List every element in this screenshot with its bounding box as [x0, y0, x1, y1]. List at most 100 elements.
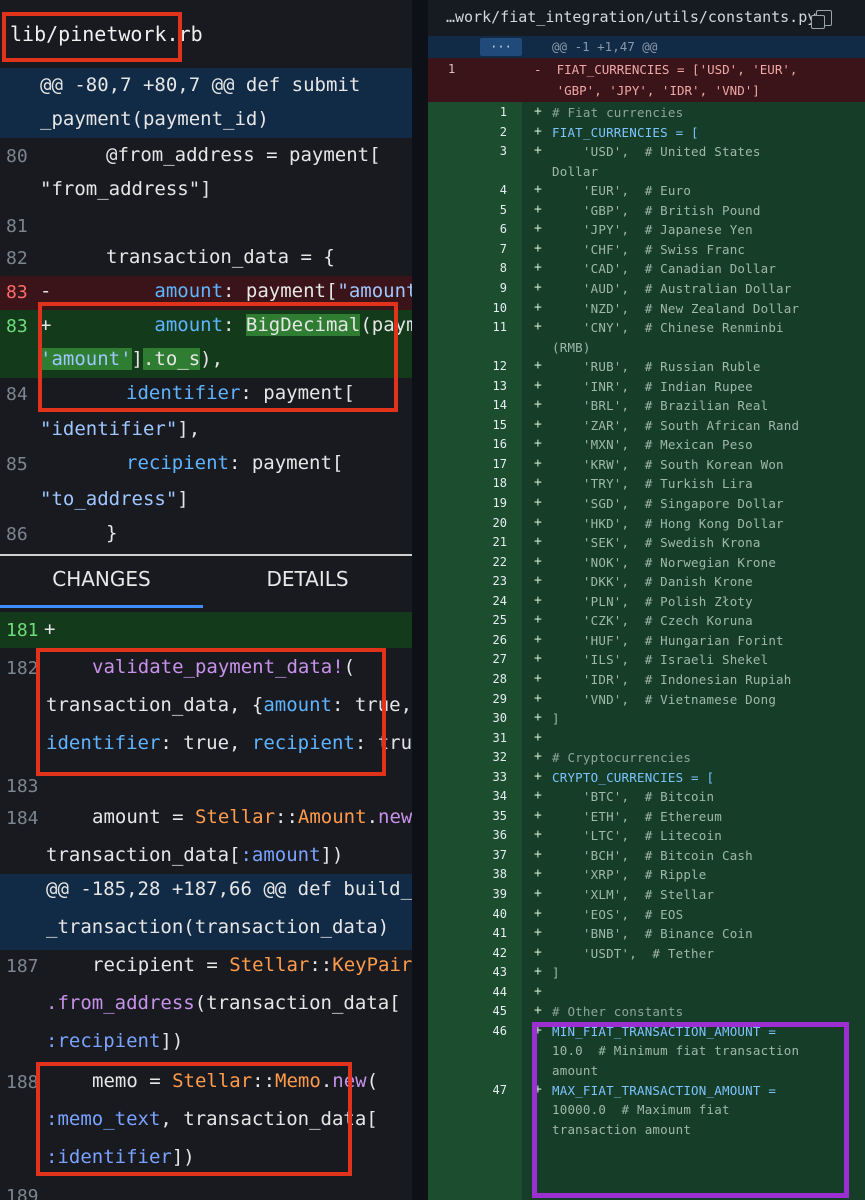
- diff-line: 21 + 'SEK', # Swedish Krona: [428, 534, 865, 554]
- added-marker: +: [534, 651, 542, 667]
- code-text: # Fiat currencies: [552, 105, 684, 120]
- annotation-box-other-constants: [532, 1022, 849, 1198]
- line-number: 13: [492, 378, 507, 393]
- expand-button[interactable]: ···: [480, 38, 522, 56]
- line-number: 17: [492, 456, 507, 471]
- code-text: 'TRY', # Turkish Lira: [552, 476, 753, 492]
- diff-line: 37 + 'BCH', # Bitcoin Cash: [428, 847, 865, 867]
- line-number: 82: [6, 248, 28, 269]
- line-number: 85: [6, 454, 28, 475]
- code-line-181: 181 +: [0, 612, 412, 648]
- code-line-80: 80 @from_address = payment[ "from_addres…: [0, 138, 412, 208]
- added-marker: +: [534, 123, 542, 139]
- line-number: 80: [6, 146, 28, 167]
- code-text: 'USD', # United States: [552, 144, 761, 160]
- added-marker: +: [534, 358, 542, 374]
- code-text: 'USDT', # Tether: [552, 945, 715, 961]
- line-number: 33: [492, 769, 507, 784]
- code-text: 'ILS', # Israeli Shekel: [552, 652, 769, 668]
- diff-line: 34 + 'BTC', # Bitcoin: [428, 788, 865, 808]
- code-text: 'VND', # Vietnamese Dong: [552, 691, 777, 707]
- line-number: 7: [499, 241, 507, 256]
- code-line-86: 86 }: [0, 518, 412, 554]
- tab-details[interactable]: DETAILS: [203, 556, 412, 612]
- copy-icon[interactable]: [811, 10, 832, 29]
- diff-line: 36 + 'LTC', # Litecoin: [428, 827, 865, 847]
- added-marker: +: [534, 983, 542, 999]
- line-number: 24: [492, 593, 507, 608]
- line-number: 189: [6, 1186, 39, 1200]
- added-marker: +: [534, 788, 542, 804]
- code-text: "from_address"]: [40, 178, 212, 200]
- hunk-header-line-2: _payment(payment_id): [40, 108, 269, 130]
- line-number: 182: [6, 658, 39, 679]
- line-number: 187: [6, 956, 39, 977]
- hunk-header-line-1: @@ -80,7 +80,7 @@ def submit: [40, 74, 361, 96]
- code-text: @from_address = payment[: [106, 144, 381, 166]
- code-text: 'IDR', # Indonesian Rupiah: [552, 671, 792, 687]
- diff-line: 45 + # Other constants: [428, 1003, 865, 1023]
- code-text: 'INR', # Indian Rupee: [552, 378, 753, 394]
- diff-line: 29 + 'VND', # Vietnamese Dong: [428, 691, 865, 711]
- diff-line: Dollar: [428, 163, 865, 183]
- line-number: 11: [492, 320, 507, 335]
- line-number: 14: [492, 398, 507, 413]
- code-text: 'BTC', # Bitcoin: [552, 789, 715, 805]
- code-text: .from_address(transaction_data[: [46, 992, 401, 1014]
- line-number: 42: [492, 945, 507, 960]
- diff-line: 23 + 'DKK', # Danish Krone: [428, 573, 865, 593]
- tab-active-indicator: [0, 605, 203, 608]
- added-marker: +: [534, 886, 542, 901]
- line-number: 5: [499, 202, 507, 217]
- file-path[interactable]: …work/fiat_integration/utils/constants.p…: [446, 8, 816, 26]
- code-text: 'BCH', # Bitcoin Cash: [552, 847, 753, 863]
- line-number: 2: [499, 124, 507, 139]
- added-marker: +: [534, 416, 542, 432]
- line-number: 46: [492, 1023, 507, 1038]
- line-number: 12: [492, 359, 507, 374]
- diff-line: 40 + 'EOS', # EOS: [428, 906, 865, 926]
- diff-line: 44 +: [428, 984, 865, 1004]
- diff-line: 12 + 'RUB', # Russian Ruble: [428, 358, 865, 378]
- diff-line: 20 + 'HKD', # Hong Kong Dollar: [428, 515, 865, 535]
- line-number: 1: [448, 62, 456, 76]
- added-marker: +: [534, 612, 542, 628]
- code-text: }: [106, 522, 118, 544]
- line-number: 8: [499, 261, 507, 276]
- diff-line: 26 + 'HUF', # Hungarian Forint: [428, 632, 865, 652]
- code-text: 'XLM', # Stellar: [552, 887, 715, 902]
- line-number: 29: [492, 691, 507, 706]
- added-marker: +: [534, 807, 542, 823]
- added-marker: +: [534, 397, 542, 413]
- line-number: 35: [492, 808, 507, 823]
- code-line-85: 85 recipient: payment[ "to_address"]: [0, 448, 412, 518]
- diff-line: 9 + 'AUD', # Australian Dollar: [428, 280, 865, 300]
- added-marker: +: [534, 710, 542, 726]
- line-number: 43: [492, 965, 507, 980]
- tab-changes[interactable]: CHANGES: [0, 556, 203, 612]
- diff-line: 16 + 'MXN', # Mexican Peso: [428, 436, 865, 456]
- code-line-187: 187 recipient = Stellar::KeyPair .from_a…: [0, 950, 412, 1060]
- diff-line: 43 +]: [428, 964, 865, 984]
- line-number: 20: [492, 515, 507, 530]
- added-marker: +: [534, 240, 542, 256]
- line-number: 34: [492, 789, 507, 804]
- line-number: 6: [499, 222, 507, 237]
- diff-line: 30 +]: [428, 710, 865, 730]
- hunk-header-2: @@ -185,28 +187,66 @@ def build_a2u _tra…: [0, 874, 412, 950]
- hunk-header: @@ -80,7 +80,7 @@ def submit _payment(pa…: [0, 68, 412, 138]
- code-text: - amount: payment["amount"],: [40, 280, 412, 302]
- diff-line: (RMB): [428, 339, 865, 359]
- diff-line: 11 + 'CNY', # Chinese Renminbi: [428, 319, 865, 339]
- line-number: 26: [492, 632, 507, 647]
- code-text: amount = Stellar::Amount.new(: [92, 806, 412, 828]
- diff-line: 7 + 'CHF', # Swiss Franc: [428, 241, 865, 261]
- line-number: 183: [6, 776, 39, 797]
- line-number: 28: [492, 671, 507, 686]
- added-marker: +: [534, 143, 542, 159]
- added-marker: +: [534, 729, 542, 745]
- hunk-text: @@ -1 +1,47 @@: [552, 39, 658, 54]
- added-marker: +: [534, 377, 542, 393]
- added-marker: +: [534, 592, 542, 608]
- diff-line: 33 + CRYPTO_CURRENCIES = [: [428, 769, 865, 789]
